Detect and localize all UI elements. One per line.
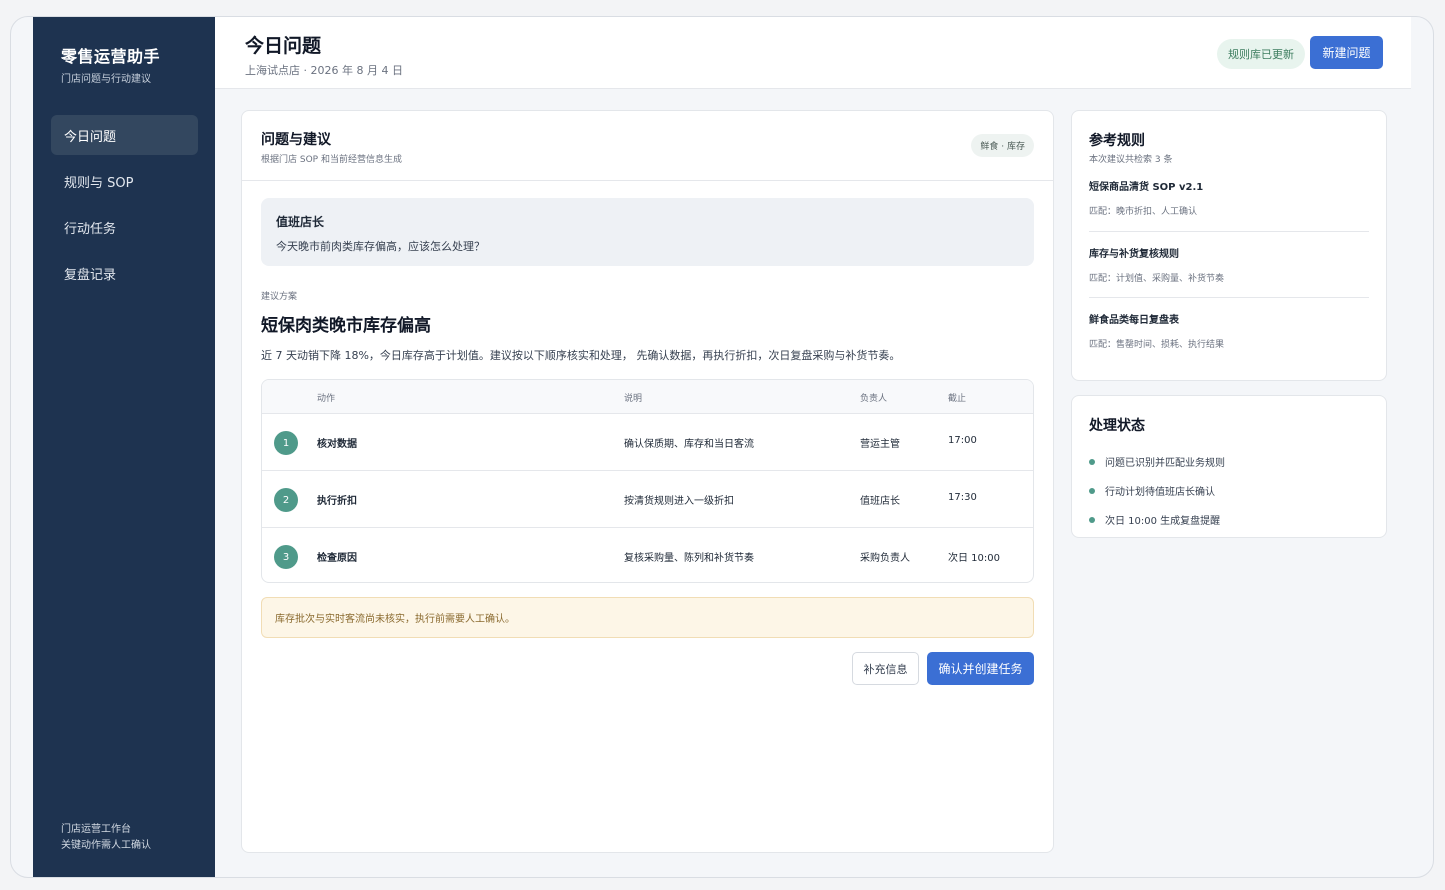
status-item: 问题已识别并匹配业务规则 (1089, 447, 1225, 476)
status-list: 问题已识别并匹配业务规则 行动计划待值班店长确认 次日 10:00 生成复盘提醒 (1089, 447, 1225, 534)
table-row: 2 执行折扣 按清货规则进入一级折扣 值班店长 17:30 (262, 471, 1033, 528)
status-dot-icon (1089, 458, 1095, 465)
rule-item[interactable]: 库存与补货复核规则 匹配：计划值、采购量、补货节奏 (1089, 245, 1369, 284)
table-row: 3 检查原因 复核采购量、陈列和补货节奏 采购负责人 次日 10:00 (262, 528, 1033, 582)
divider (1089, 231, 1369, 232)
rules-card-subtitle: 本次建议共检索 3 条 (1089, 155, 1173, 165)
status-dot-icon (1089, 487, 1095, 494)
rule-name: 短保商品清货 SOP v2.1 (1089, 182, 1204, 193)
suggestion-description: 近 7 天动销下降 18%，今日库存高于计划值。建议按以下顺序核实和处理， 先确… (261, 349, 901, 362)
rule-item[interactable]: 短保商品清货 SOP v2.1 匹配：晚市折扣、人工确认 (1089, 178, 1369, 217)
column-header-due: 截止 (948, 394, 967, 404)
rule-name: 鲜食品类每日复盘表 (1089, 315, 1179, 326)
sidebar: 零售运营助手 门店问题与行动建议 今日问题 规则与 SOP 行动任务 复盘记录 … (33, 17, 215, 877)
add-info-button[interactable]: 补充信息 (852, 652, 919, 685)
status-text: 次日 10:00 生成复盘提醒 (1105, 516, 1221, 527)
rule-name: 库存与补货复核规则 (1089, 249, 1179, 260)
app-subtitle: 门店问题与行动建议 (61, 74, 151, 85)
row-due: 17:30 (948, 492, 977, 503)
status-dot-icon (1089, 516, 1095, 523)
row-due: 次日 10:00 (948, 553, 1000, 564)
rule-match: 匹配：计划值、采购量、补货节奏 (1089, 274, 1225, 284)
row-owner: 值班店长 (860, 496, 900, 507)
processing-status-card: 处理状态 问题已识别并匹配业务规则 行动计划待值班店长确认 次日 10:00 生… (1071, 395, 1387, 538)
sidebar-item-review-records[interactable]: 复盘记录 (51, 253, 198, 293)
category-tag: 鲜食 · 库存 (971, 134, 1034, 157)
status-text: 行动计划待值班店长确认 (1105, 487, 1215, 498)
main-area: 今日问题 上海试点店 · 2026 年 8 月 4 日 规则库已更新 新建问题 … (215, 17, 1411, 877)
row-due: 17:00 (948, 435, 977, 446)
app-window: 零售运营助手 门店问题与行动建议 今日问题 规则与 SOP 行动任务 复盘记录 … (10, 16, 1434, 878)
sidebar-item-today-issues[interactable]: 今日问题 (51, 115, 198, 155)
step-number: 3 (274, 545, 298, 569)
page-subtitle: 上海试点店 · 2026 年 8 月 4 日 (245, 64, 403, 77)
table-header: 动作 说明 负责人 截止 (262, 380, 1033, 414)
step-number: 1 (274, 431, 298, 455)
suggestion-title: 短保肉类晚市库存偏高 (261, 316, 431, 336)
divider (1089, 297, 1369, 298)
sidebar-item-action-tasks[interactable]: 行动任务 (51, 207, 198, 247)
rules-card-title: 参考规则 (1089, 133, 1145, 149)
row-action: 执行折扣 (317, 496, 357, 507)
confirm-create-task-button[interactable]: 确认并创建任务 (927, 652, 1034, 685)
question-text: 今天晚市前肉类库存偏高，应该怎么处理？ (276, 240, 485, 253)
sidebar-footer-line: 门店运营工作台 (61, 824, 131, 835)
suggestion-label: 建议方案 (261, 292, 298, 302)
sidebar-nav: 今日问题 规则与 SOP 行动任务 复盘记录 (51, 115, 198, 299)
row-description: 按清货规则进入一级折扣 (624, 496, 734, 507)
row-owner: 营运主管 (860, 439, 900, 450)
action-table: 动作 说明 负责人 截止 1 核对数据 确认保质期、库存和当日客流 营运主管 1… (261, 379, 1034, 583)
row-description: 复核采购量、陈列和补货节奏 (624, 553, 754, 564)
issue-card: 问题与建议 根据门店 SOP 和当前经营信息生成 鲜食 · 库存 值班店长 今天… (241, 110, 1054, 853)
rule-match: 匹配：售罄时间、损耗、执行结果 (1089, 340, 1225, 350)
status-badge: 规则库已更新 (1217, 39, 1305, 69)
sidebar-footer-line: 关键动作需人工确认 (61, 840, 151, 851)
column-header-description: 说明 (624, 394, 643, 404)
warning-banner: 库存批次与实时客流尚未核实，执行前需要人工确认。 (261, 597, 1034, 638)
top-bar: 今日问题 上海试点店 · 2026 年 8 月 4 日 规则库已更新 新建问题 (215, 17, 1411, 89)
question-role: 值班店长 (276, 215, 325, 229)
row-action: 检查原因 (317, 553, 357, 564)
sidebar-footer: 门店运营工作台 关键动作需人工确认 (61, 822, 151, 854)
row-description: 确认保质期、库存和当日客流 (624, 439, 754, 450)
rule-item[interactable]: 鲜食品类每日复盘表 匹配：售罄时间、损耗、执行结果 (1089, 311, 1369, 350)
reference-rules-card: 参考规则 本次建议共检索 3 条 短保商品清货 SOP v2.1 匹配：晚市折扣… (1071, 110, 1387, 381)
status-card-title: 处理状态 (1089, 418, 1145, 434)
card-subtitle: 根据门店 SOP 和当前经营信息生成 (261, 155, 402, 165)
row-owner: 采购负责人 (860, 553, 910, 564)
rule-match: 匹配：晚市折扣、人工确认 (1089, 207, 1198, 217)
table-row: 1 核对数据 确认保质期、库存和当日客流 营运主管 17:00 (262, 414, 1033, 471)
app-title: 零售运营助手 (61, 47, 161, 66)
column-header-action: 动作 (317, 394, 336, 404)
card-title: 问题与建议 (261, 132, 331, 148)
status-text: 问题已识别并匹配业务规则 (1105, 458, 1225, 469)
row-action: 核对数据 (317, 439, 357, 450)
question-box: 值班店长 今天晚市前肉类库存偏高，应该怎么处理？ (261, 198, 1034, 266)
sidebar-item-rules-sop[interactable]: 规则与 SOP (51, 161, 198, 201)
column-header-owner: 负责人 (860, 394, 888, 404)
issue-card-header: 问题与建议 根据门店 SOP 和当前经营信息生成 鲜食 · 库存 (242, 111, 1053, 181)
status-item: 行动计划待值班店长确认 (1089, 476, 1225, 505)
step-number: 2 (274, 488, 298, 512)
status-item: 次日 10:00 生成复盘提醒 (1089, 505, 1225, 534)
page-title: 今日问题 (245, 35, 322, 57)
new-issue-button[interactable]: 新建问题 (1310, 36, 1383, 69)
